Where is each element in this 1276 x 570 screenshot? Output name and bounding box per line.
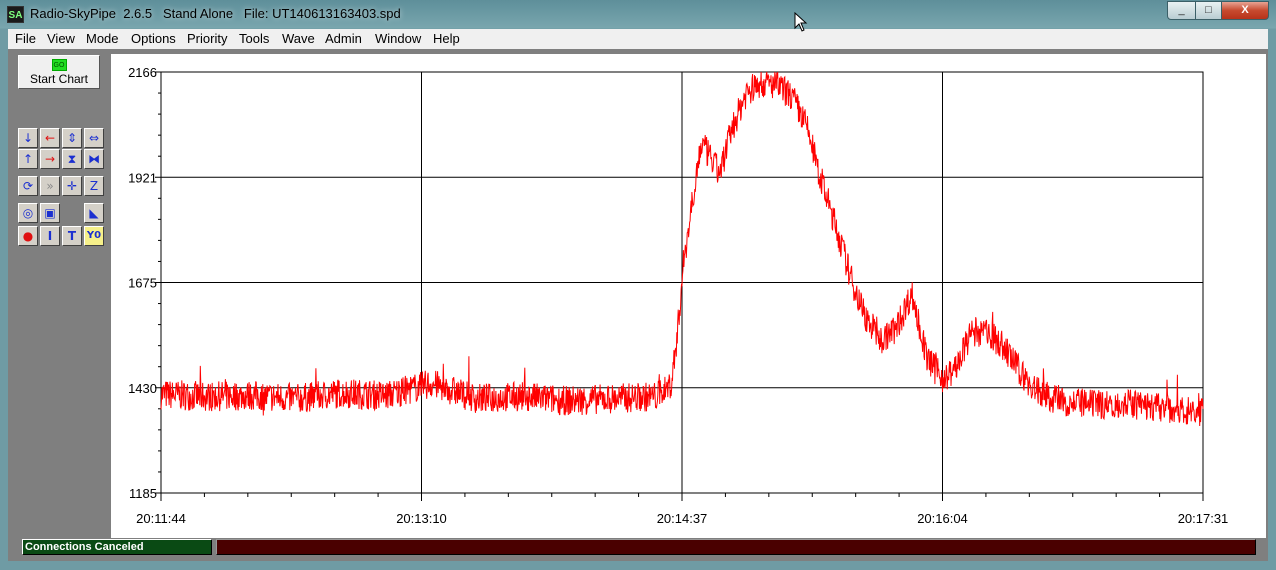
scroll-right-button[interactable]: → <box>40 149 60 169</box>
scroll-left-button[interactable]: ← <box>40 128 60 148</box>
crosshair-button[interactable]: ✛ <box>62 176 82 196</box>
menu-help[interactable]: Help <box>433 29 460 49</box>
menu-view[interactable]: View <box>47 29 75 49</box>
go-icon: GO <box>51 59 67 71</box>
menu-options[interactable]: Options <box>131 29 176 49</box>
menu-tools[interactable]: Tools <box>239 29 269 49</box>
expand-horizontal-button[interactable]: ⇔ <box>84 128 104 148</box>
status-message <box>216 539 1256 555</box>
minimize-button[interactable]: _ <box>1167 1 1196 20</box>
start-chart-button[interactable]: GO Start Chart <box>18 55 100 89</box>
y-zero-button[interactable]: Y0 <box>84 226 104 246</box>
window-title: Radio-SkyPipe 2.6.5 Stand Alone File: UT… <box>30 6 401 21</box>
x-tick-label: 20:17:31 <box>1178 511 1229 526</box>
strip-chart[interactable]: 2166 1921 1675 1430 1185 20:11:44 20:13:10 20:1… <box>111 54 1266 538</box>
app-window: SA Radio-SkyPipe 2.6.5 Stand Alone File:… <box>0 0 1276 570</box>
menu-mode[interactable]: Mode <box>86 29 119 49</box>
center-button[interactable]: ◎ <box>18 203 38 223</box>
scroll-down-button[interactable]: ↓ <box>18 128 38 148</box>
chart-panel[interactable]: 2166 1921 1675 1430 1185 20:11:44 20:13:10 20:1… <box>111 54 1266 538</box>
y-tick-label: 1675 <box>128 276 157 291</box>
menu-priority[interactable]: Priority <box>187 29 227 49</box>
marker-button[interactable]: ◣ <box>84 203 104 223</box>
x-tick-label: 20:11:44 <box>136 511 186 526</box>
close-button[interactable]: X <box>1221 1 1269 20</box>
start-chart-label: Start Chart <box>29 72 89 86</box>
client-area: GO Start Chart ↓ ← ⇕ ⇔ ↑ → ⧗ ⧓ ⟳ » ✛ Z ◎… <box>8 49 1268 561</box>
mouse-cursor-icon <box>794 12 808 32</box>
x-tick-label: 20:16:04 <box>917 511 968 526</box>
compress-horizontal-button[interactable]: ⧓ <box>84 149 104 169</box>
x-tick-label: 20:14:37 <box>657 511 708 526</box>
select-region-button[interactable]: ▣ <box>40 203 60 223</box>
y-tick-label: 1921 <box>128 170 157 185</box>
menu-window[interactable]: Window <box>375 29 421 49</box>
y-tick-label: 1185 <box>129 486 157 501</box>
y-tick-label: 2166 <box>128 65 157 80</box>
status-connection: Connections Canceled <box>22 539 212 555</box>
menu-file[interactable]: File <box>15 29 36 49</box>
menu-bar: File View Mode Options Priority Tools Wa… <box>8 29 1268 49</box>
fast-forward-button[interactable]: » <box>40 176 60 196</box>
title-bar[interactable]: SA Radio-SkyPipe 2.6.5 Stand Alone File:… <box>0 0 1276 29</box>
menu-wave[interactable]: Wave <box>282 29 315 49</box>
zoom-button[interactable]: Z <box>84 176 104 196</box>
insert-text-button[interactable]: I <box>40 226 60 246</box>
refresh-button[interactable]: ⟳ <box>18 176 38 196</box>
expand-vertical-button[interactable]: ⇕ <box>62 128 82 148</box>
record-button[interactable]: ● <box>18 226 38 246</box>
maximize-button[interactable]: □ <box>1195 1 1222 20</box>
x-tick-label: 20:13:10 <box>396 511 447 526</box>
app-icon[interactable]: SA <box>7 6 24 23</box>
compress-vertical-button[interactable]: ⧗ <box>62 149 82 169</box>
title-text-button[interactable]: T <box>62 226 82 246</box>
y-tick-label: 1430 <box>128 381 157 396</box>
scroll-up-button[interactable]: ↑ <box>18 149 38 169</box>
menu-admin[interactable]: Admin <box>325 29 362 49</box>
